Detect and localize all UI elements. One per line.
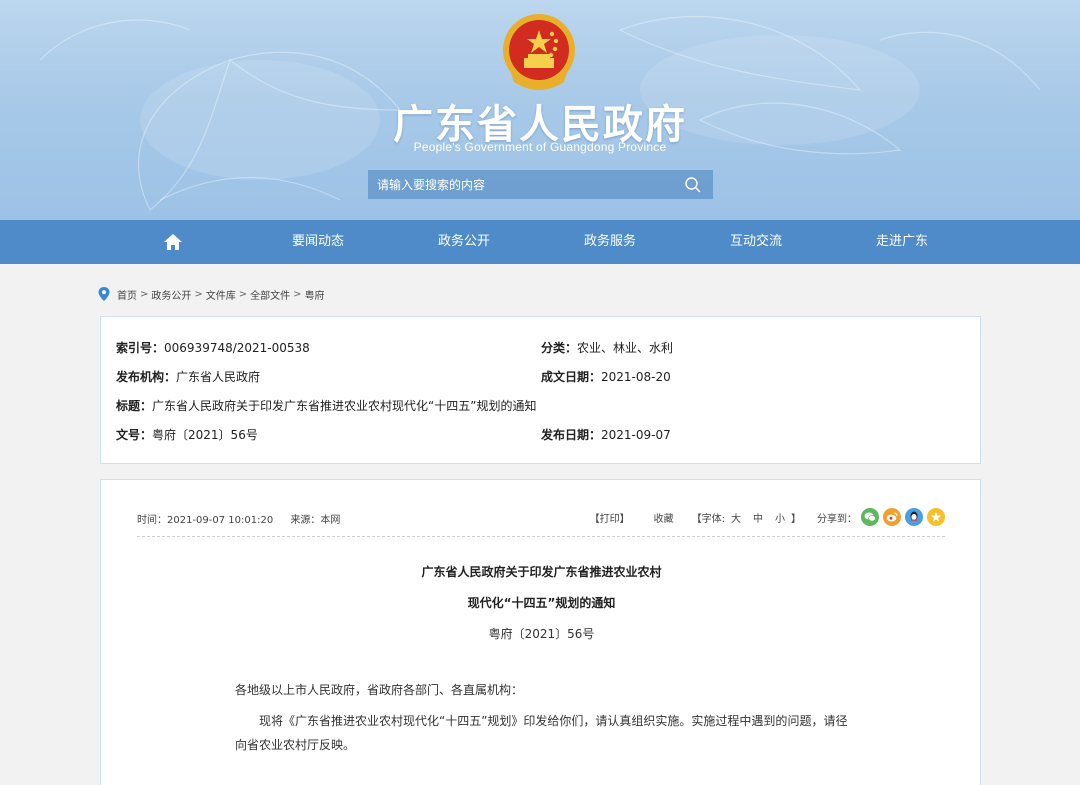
- meta-published-value: 2021-09-07: [601, 428, 671, 442]
- nav-item-services[interactable]: 政务服务: [555, 220, 665, 264]
- wechat-icon: [864, 512, 876, 522]
- qzone-star-icon: [931, 512, 941, 522]
- nav-item-gov-affairs[interactable]: 政务公开: [409, 220, 519, 264]
- meta-title: 标题：广东省人民政府关于印发广东省推进农业农村现代化“十四五”规划的通知: [116, 397, 536, 414]
- breadcrumb: 首页 > 政务公开 > 文件库 > 全部文件 > 粤府: [98, 286, 325, 302]
- meta-created-value: 2021-08-20: [601, 370, 671, 384]
- share-wechat-button[interactable]: [861, 508, 879, 526]
- font-medium-button[interactable]: 中: [753, 510, 763, 525]
- nav-home[interactable]: [118, 220, 228, 264]
- site-header: 广东省人民政府 People's Government of Guangdong…: [0, 0, 1080, 220]
- breadcrumb-separator: >: [140, 288, 149, 300]
- meta-title-value: 广东省人民政府关于印发广东省推进农业农村现代化“十四五”规划的通知: [152, 399, 537, 413]
- font-size-label: 【字体:: [691, 513, 725, 525]
- weibo-icon: [886, 512, 898, 522]
- article-body-paragraph: 现将《广东省推进农业农村现代化“十四五”规划》印发给你们，请认真组织实施。实施过…: [235, 714, 848, 752]
- meta-created-label: 成文日期：: [541, 370, 602, 384]
- print-button[interactable]: 【打印】: [590, 510, 630, 525]
- article-info-left: 时间：2021-09-07 10:01:20 来源：本网: [137, 511, 340, 526]
- font-small-button[interactable]: 小: [775, 510, 785, 525]
- search-icon: [685, 176, 701, 192]
- share-qzone-button[interactable]: [927, 508, 945, 526]
- breadcrumb-separator: >: [194, 288, 203, 300]
- article-time: 时间：2021-09-07 10:01:20: [137, 515, 274, 526]
- meta-category-label: 分类：: [541, 341, 578, 355]
- main-nav: 要闻动态 政务公开 政务服务 互动交流 走进广东: [0, 220, 1080, 264]
- document-meta-panel: 索引号：006939748/2021-00538 分类：农业、林业、水利 发布机…: [100, 316, 981, 464]
- qq-icon: [910, 511, 918, 521]
- meta-category-value: 农业、林业、水利: [577, 341, 674, 355]
- share-label: 分享到：: [817, 513, 857, 525]
- breadcrumb-gov-affairs[interactable]: 政务公开: [151, 287, 191, 302]
- meta-category: 分类：农业、林业、水利: [541, 339, 673, 356]
- font-size-end: 】: [791, 513, 801, 525]
- meta-index-label: 索引号：: [116, 341, 165, 355]
- breadcrumb-all-files[interactable]: 全部文件: [250, 287, 290, 302]
- meta-docno-label: 文号：: [116, 428, 153, 442]
- favorite-button[interactable]: 收藏: [654, 510, 674, 525]
- search-input[interactable]: [368, 170, 673, 199]
- search-bar: [368, 170, 713, 199]
- meta-published-label: 发布日期：: [541, 428, 602, 442]
- breadcrumb-separator: >: [238, 288, 248, 300]
- national-emblem-icon: [503, 14, 575, 90]
- meta-title-label: 标题：: [116, 399, 153, 413]
- share-weibo-button[interactable]: [883, 508, 901, 526]
- meta-publisher-label: 发布机构：: [116, 370, 177, 384]
- meta-doc-number: 文号：粤府〔2021〕56号: [116, 426, 258, 443]
- meta-index-value: 006939748/2021-00538: [164, 341, 310, 355]
- article-source: 来源：本网: [290, 515, 341, 526]
- meta-docno-value: 粤府〔2021〕56号: [152, 428, 258, 442]
- nav-item-news[interactable]: 要闻动态: [263, 220, 373, 264]
- article-doc-number: 粤府〔2021〕56号: [488, 627, 595, 641]
- article-tools: 【打印】 收藏 【字体: 大 中 小 】 分享到：: [590, 508, 945, 526]
- meta-created-date: 成文日期：2021-08-20: [541, 368, 671, 385]
- article-salutation: 各地级以上市人民政府，省政府各部门、各直属机构：: [235, 683, 524, 697]
- article-panel: 时间：2021-09-07 10:01:20 来源：本网 【打印】 收藏 【字体…: [100, 479, 981, 785]
- article-title-line-1: 广东省人民政府关于印发广东省推进农业农村: [421, 565, 662, 579]
- site-subtitle: People's Government of Guangdong Provinc…: [413, 140, 667, 154]
- font-large-button[interactable]: 大: [731, 510, 741, 525]
- meta-publisher: 发布机构：广东省人民政府: [116, 368, 260, 385]
- nav-item-interaction[interactable]: 互动交流: [701, 220, 811, 264]
- meta-published-date: 发布日期：2021-09-07: [541, 426, 671, 443]
- breadcrumb-current[interactable]: 粤府: [305, 287, 325, 302]
- search-button[interactable]: [673, 170, 713, 199]
- article-info-bar: 时间：2021-09-07 10:01:20 来源：本网 【打印】 收藏 【字体…: [137, 508, 945, 528]
- breadcrumb-library[interactable]: 文件库: [206, 287, 236, 302]
- article-title-line-2: 现代化“十四五”规划的通知: [467, 596, 616, 610]
- article-divider: [137, 536, 945, 537]
- share-qq-button[interactable]: [905, 508, 923, 526]
- breadcrumb-home[interactable]: 首页: [117, 287, 137, 302]
- meta-publisher-value: 广东省人民政府: [176, 370, 261, 384]
- nav-item-about[interactable]: 走进广东: [847, 220, 957, 264]
- breadcrumb-separator: >: [293, 288, 302, 300]
- location-pin-icon: [98, 287, 110, 301]
- home-icon: [164, 234, 182, 250]
- meta-index: 索引号：006939748/2021-00538: [116, 339, 310, 356]
